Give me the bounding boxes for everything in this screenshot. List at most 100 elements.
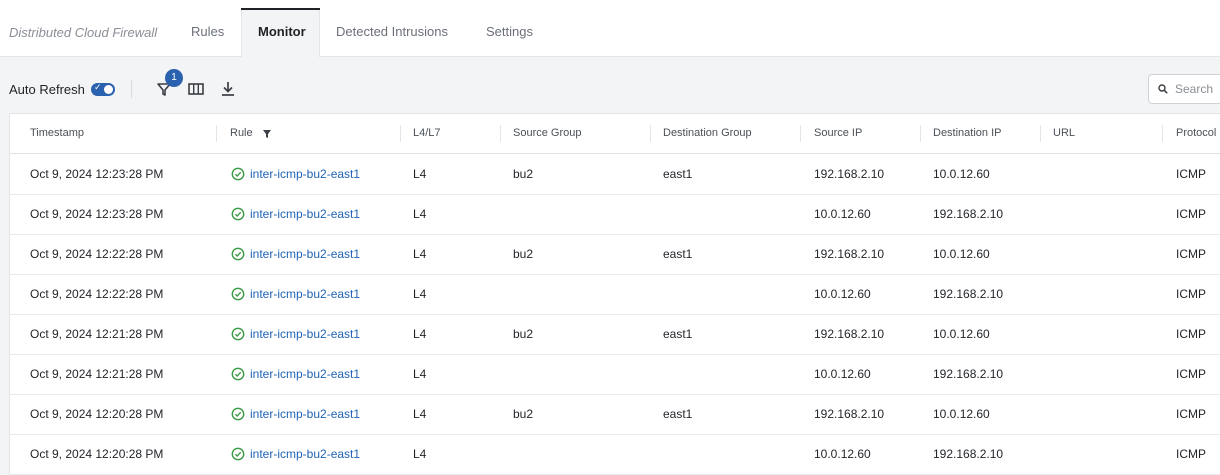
column-header-layer[interactable]: L4/L7 — [413, 114, 441, 153]
destination-ip-cell: 10.0.12.60 — [933, 247, 990, 261]
column-header-timestamp[interactable]: Timestamp — [30, 114, 84, 153]
destination-ip-cell: 192.168.2.10 — [933, 367, 1004, 381]
table-row[interactable]: Oct 9, 2024 12:20:28 PM inter-icmp-bu2-e… — [10, 394, 1220, 435]
check-circle-icon — [231, 367, 245, 381]
timestamp-cell: Oct 9, 2024 12:21:28 PM — [30, 327, 164, 341]
column-header-protocol[interactable]: Protocol — [1176, 114, 1216, 153]
check-circle-icon — [231, 287, 245, 301]
protocol-cell: ICMP — [1176, 447, 1206, 461]
rule-link[interactable]: inter-icmp-bu2-east1 — [250, 194, 360, 234]
tab-settings[interactable]: Settings — [470, 8, 549, 56]
column-divider[interactable] — [500, 125, 501, 142]
source-ip-cell: 10.0.12.60 — [814, 287, 871, 301]
rule-link[interactable]: inter-icmp-bu2-east1 — [250, 394, 360, 434]
column-header-source-group[interactable]: Source Group — [513, 114, 581, 153]
source-group-cell: bu2 — [513, 327, 534, 341]
column-divider[interactable] — [920, 125, 921, 142]
column-header-source-ip[interactable]: Source IP — [814, 114, 862, 153]
protocol-cell: ICMP — [1176, 167, 1206, 181]
rule-link[interactable]: inter-icmp-bu2-east1 — [250, 434, 360, 474]
destination-ip-cell: 192.168.2.10 — [933, 207, 1004, 221]
source-ip-cell: 192.168.2.10 — [814, 407, 885, 421]
tab-monitor[interactable]: Monitor — [241, 8, 320, 57]
column-divider[interactable] — [400, 125, 401, 142]
columns-button[interactable] — [185, 78, 207, 100]
check-circle-icon — [231, 167, 245, 181]
source-ip-cell: 10.0.12.60 — [814, 447, 871, 461]
download-icon — [222, 82, 234, 96]
layer-cell: L4 — [413, 167, 427, 181]
layer-cell: L4 — [413, 207, 427, 221]
table-row[interactable]: Oct 9, 2024 12:21:28 PM inter-icmp-bu2-e… — [10, 354, 1220, 395]
rule-link[interactable]: inter-icmp-bu2-east1 — [250, 154, 360, 194]
timestamp-cell: Oct 9, 2024 12:21:28 PM — [30, 367, 164, 381]
timestamp-cell: Oct 9, 2024 12:22:28 PM — [30, 247, 164, 261]
check-circle-icon — [231, 207, 245, 221]
toggle-knob — [104, 85, 113, 94]
rule-link[interactable]: inter-icmp-bu2-east1 — [250, 354, 360, 394]
tab-bar: Distributed Cloud Firewall Rules Monitor… — [0, 8, 1220, 57]
destination-group-cell: east1 — [663, 247, 693, 261]
rule-link[interactable]: inter-icmp-bu2-east1 — [250, 234, 360, 274]
destination-ip-cell: 192.168.2.10 — [933, 447, 1004, 461]
destination-ip-cell: 10.0.12.60 — [933, 407, 990, 421]
destination-group-cell: east1 — [663, 167, 693, 181]
destination-group-cell: east1 — [663, 327, 693, 341]
layer-cell: L4 — [413, 327, 427, 341]
timestamp-cell: Oct 9, 2024 12:20:28 PM — [30, 447, 164, 461]
table-row[interactable]: Oct 9, 2024 12:21:28 PM inter-icmp-bu2-e… — [10, 314, 1220, 355]
column-divider[interactable] — [216, 125, 217, 142]
layer-cell: L4 — [413, 287, 427, 301]
timestamp-cell: Oct 9, 2024 12:22:28 PM — [30, 287, 164, 301]
column-header-destination-group[interactable]: Destination Group — [663, 114, 752, 153]
timestamp-cell: Oct 9, 2024 12:20:28 PM — [30, 407, 164, 421]
search-input[interactable] — [1173, 81, 1220, 97]
source-ip-cell: 192.168.2.10 — [814, 167, 885, 181]
destination-ip-cell: 192.168.2.10 — [933, 287, 1004, 301]
rule-filter-icon[interactable] — [262, 129, 272, 139]
protocol-cell: ICMP — [1176, 287, 1206, 301]
destination-ip-cell: 10.0.12.60 — [933, 167, 990, 181]
download-button[interactable] — [217, 78, 239, 100]
monitor-toolbar: Auto Refresh ✓ 1 — [0, 69, 1220, 106]
app-title: Distributed Cloud Firewall — [9, 25, 158, 40]
table-row[interactable]: Oct 9, 2024 12:22:28 PM inter-icmp-bu2-e… — [10, 274, 1220, 315]
column-divider[interactable] — [1040, 125, 1041, 142]
check-circle-icon — [231, 327, 245, 341]
protocol-cell: ICMP — [1176, 247, 1206, 261]
column-header-rule[interactable]: Rule — [230, 114, 253, 153]
search-box[interactable] — [1148, 74, 1220, 104]
traffic-table: Timestamp Rule L4/L7 Source Group Destin… — [9, 113, 1220, 475]
source-ip-cell: 10.0.12.60 — [814, 207, 871, 221]
check-icon: ✓ — [94, 82, 102, 92]
tab-rules[interactable]: Rules — [175, 8, 240, 56]
source-ip-cell: 192.168.2.10 — [814, 327, 885, 341]
destination-group-cell: east1 — [663, 407, 693, 421]
column-header-destination-ip[interactable]: Destination IP — [933, 114, 1001, 153]
table-row[interactable]: Oct 9, 2024 12:20:28 PM inter-icmp-bu2-e… — [10, 434, 1220, 475]
check-circle-icon — [231, 407, 245, 421]
auto-refresh-toggle[interactable]: ✓ — [91, 82, 115, 96]
source-ip-cell: 192.168.2.10 — [814, 247, 885, 261]
column-divider[interactable] — [650, 125, 651, 142]
search-icon — [1158, 84, 1168, 94]
column-header-url[interactable]: URL — [1053, 114, 1075, 153]
layer-cell: L4 — [413, 367, 427, 381]
rule-link[interactable]: inter-icmp-bu2-east1 — [250, 314, 360, 354]
check-circle-icon — [231, 247, 245, 261]
table-header: Timestamp Rule L4/L7 Source Group Destin… — [10, 114, 1220, 154]
protocol-cell: ICMP — [1176, 207, 1206, 221]
table-row[interactable]: Oct 9, 2024 12:22:28 PM inter-icmp-bu2-e… — [10, 234, 1220, 275]
source-group-cell: bu2 — [513, 247, 534, 261]
source-ip-cell: 10.0.12.60 — [814, 367, 871, 381]
column-divider[interactable] — [800, 125, 801, 142]
protocol-cell: ICMP — [1176, 407, 1206, 421]
auto-refresh-label: Auto Refresh — [9, 82, 85, 97]
layer-cell: L4 — [413, 447, 427, 461]
tab-detected-intrusions[interactable]: Detected Intrusions — [320, 8, 464, 56]
table-row[interactable]: Oct 9, 2024 12:23:28 PM inter-icmp-bu2-e… — [10, 194, 1220, 235]
filter-count-badge: 1 — [165, 69, 183, 87]
table-row[interactable]: Oct 9, 2024 12:23:28 PM inter-icmp-bu2-e… — [10, 154, 1220, 195]
column-divider[interactable] — [1162, 125, 1163, 142]
rule-link[interactable]: inter-icmp-bu2-east1 — [250, 274, 360, 314]
